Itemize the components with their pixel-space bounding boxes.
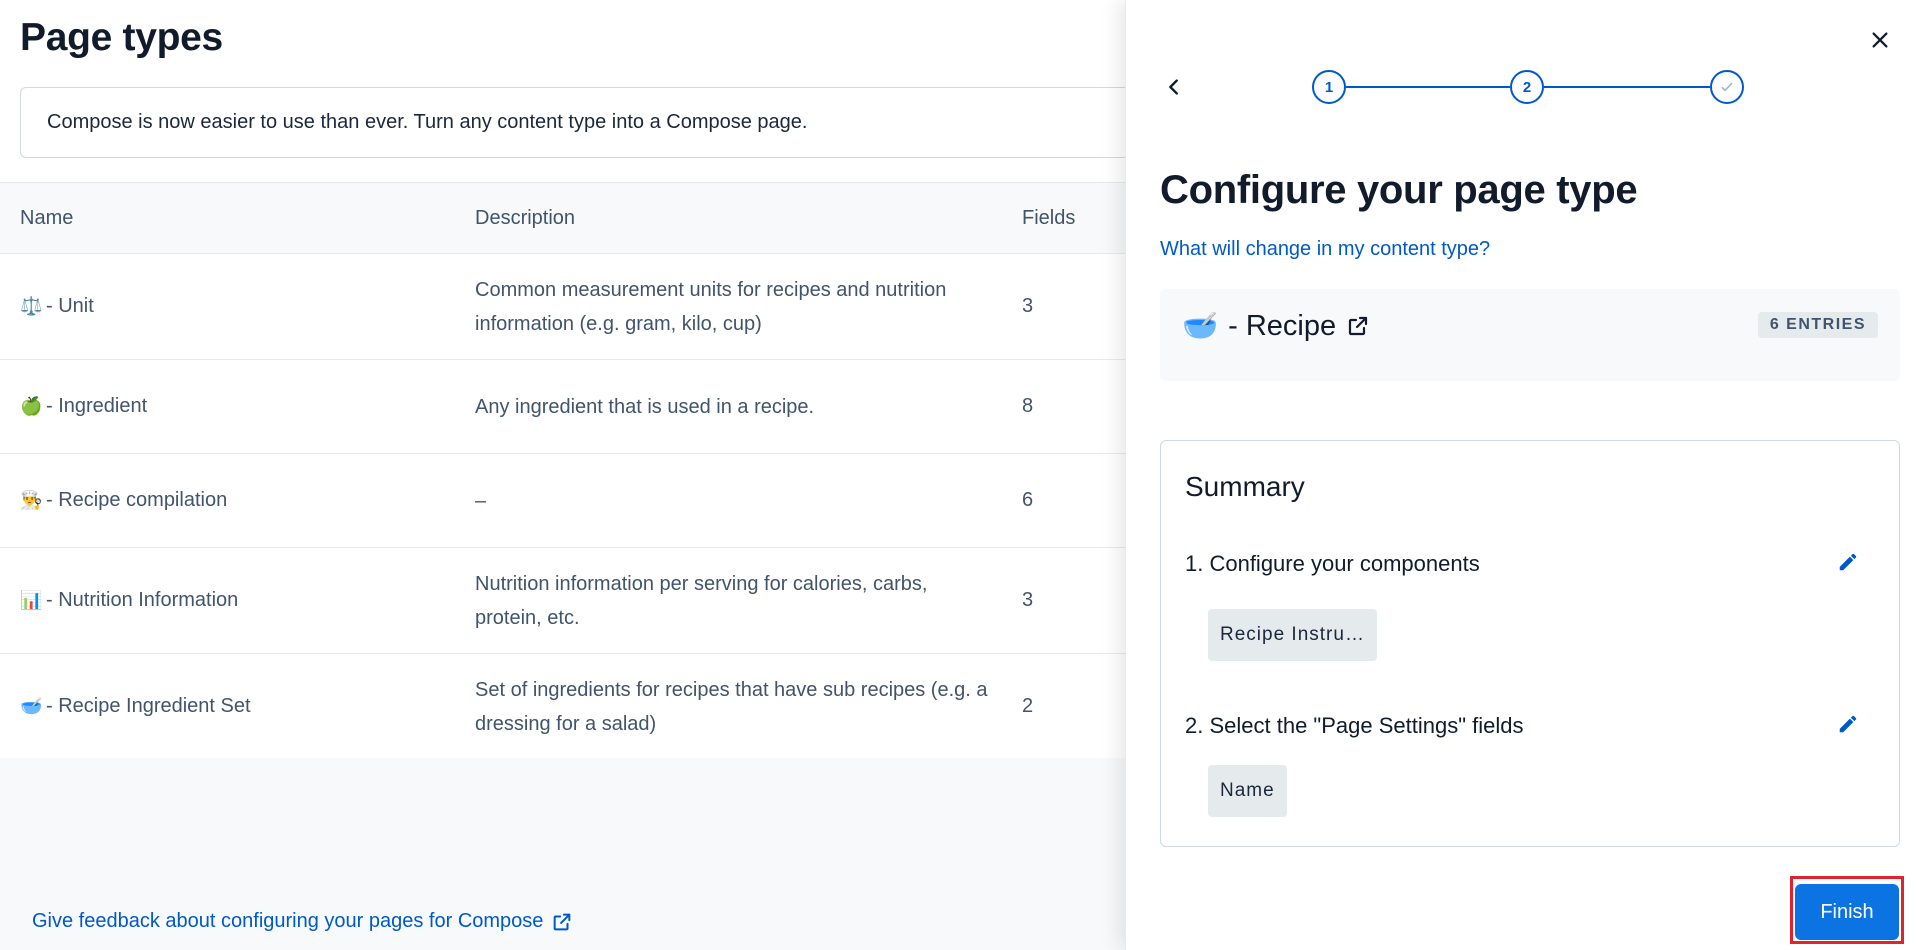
row-name-text: - Recipe Ingredient Set (46, 695, 251, 717)
row-name-text: - Unit (46, 295, 94, 317)
page-types-page: Page types Compose is now easier to use … (0, 0, 1125, 950)
header-description[interactable]: Description (475, 207, 995, 230)
page-settings-field-pill: Name (1208, 765, 1287, 817)
check-icon (1721, 82, 1733, 92)
content-type-changes-link[interactable]: What will change in my content type? (1160, 238, 1490, 261)
table-row[interactable]: ⚖️ - Unit Common measurement units for re… (0, 254, 1125, 360)
back-button[interactable] (1160, 70, 1188, 104)
entries-badge: 6 ENTRIES (1757, 312, 1878, 338)
row-name[interactable]: ⚖️ - Unit (20, 295, 94, 318)
row-name[interactable]: 🥣 - Recipe Ingredient Set (20, 695, 251, 718)
component-pill: Recipe Instru… (1208, 609, 1377, 661)
bowl-icon: 🥣 (20, 696, 43, 716)
step-1[interactable]: 1 (1312, 70, 1346, 104)
feedback-link-text: Give feedback about configuring your pag… (32, 910, 544, 932)
scale-icon: ⚖️ (20, 296, 43, 316)
row-description: Common measurement units for recipes and… (475, 278, 947, 335)
finish-button[interactable]: Finish (1795, 884, 1899, 940)
pencil-icon (1839, 715, 1857, 733)
content-type-name[interactable]: 🥣 - Recipe (1182, 309, 1370, 343)
info-notice: Compose is now easier to use than ever. … (20, 87, 1125, 158)
edit-page-settings-button[interactable] (1833, 709, 1863, 739)
modal-title: Configure your page type (1160, 168, 1638, 212)
table-header: Name Description Fields (0, 182, 1125, 254)
summary-page-settings-heading: 2. Select the "Page Settings" fields (1185, 713, 1524, 738)
table-row[interactable]: 📊 - Nutrition Information Nutrition infor… (0, 548, 1125, 654)
row-description: Nutrition information per serving for ca… (475, 572, 928, 629)
apple-icon: 🍏 (20, 396, 43, 416)
bar-chart-icon: 📊 (20, 590, 43, 610)
content-type-card: 🥣 - Recipe 6 ENTRIES (1160, 289, 1900, 381)
content-type-name-text: - Recipe (1228, 309, 1337, 342)
table-row[interactable]: 🍏 - Ingredient Any ingredient that is use… (0, 360, 1125, 454)
page-title: Page types (20, 16, 223, 59)
bowl-icon: 🥣 (1182, 310, 1219, 342)
row-description: Any ingredient that is used in a recipe. (475, 395, 815, 418)
summary-card: Summary 1. Configure your components Rec… (1160, 440, 1900, 847)
header-fields[interactable]: Fields (1022, 207, 1075, 230)
stepper-line (1346, 86, 1510, 88)
notice-text: Compose is now easier to use than ever. … (47, 111, 808, 133)
row-name[interactable]: 🍏 - Ingredient (20, 395, 147, 418)
summary-components-heading: 1. Configure your components (1185, 551, 1480, 576)
row-fields: 3 (1022, 589, 1034, 611)
edit-components-button[interactable] (1833, 547, 1863, 577)
row-fields: 2 (1022, 695, 1034, 717)
row-name-text: - Nutrition Information (46, 589, 239, 611)
external-link-icon (554, 913, 571, 930)
chevron-left-icon (1169, 79, 1178, 95)
stepper: 1 2 (1312, 70, 1748, 104)
stepper-line (1544, 86, 1710, 88)
step-complete (1710, 70, 1744, 104)
row-name[interactable]: 📊 - Nutrition Information (20, 589, 238, 612)
row-fields: 6 (1022, 489, 1034, 511)
row-fields: 8 (1022, 395, 1034, 417)
summary-title: Summary (1185, 471, 1305, 502)
row-name-text: - Recipe compilation (46, 489, 228, 511)
feedback-link[interactable]: Give feedback about configuring your pag… (32, 910, 573, 933)
chef-icon: 👨‍🍳 (20, 490, 43, 510)
row-fields: 3 (1022, 295, 1034, 317)
table-row[interactable]: 🥣 - Recipe Ingredient Set Set of ingredie… (0, 654, 1125, 760)
row-name[interactable]: 👨‍🍳 - Recipe compilation (20, 489, 227, 512)
close-button[interactable] (1862, 22, 1898, 58)
step-2[interactable]: 2 (1510, 70, 1544, 104)
close-icon (1872, 32, 1888, 48)
row-name-text: - Ingredient (46, 395, 148, 417)
row-description: Set of ingredients for recipes that have… (475, 678, 988, 735)
table-row[interactable]: 👨‍🍳 - Recipe compilation – 6 (0, 454, 1125, 548)
row-description: – (475, 489, 487, 512)
pencil-icon (1839, 553, 1857, 571)
page-types-table: Name Description Fields ⚖️ - Unit Common … (0, 182, 1125, 760)
header-name[interactable]: Name (20, 207, 73, 230)
external-link-icon[interactable] (1346, 314, 1370, 338)
